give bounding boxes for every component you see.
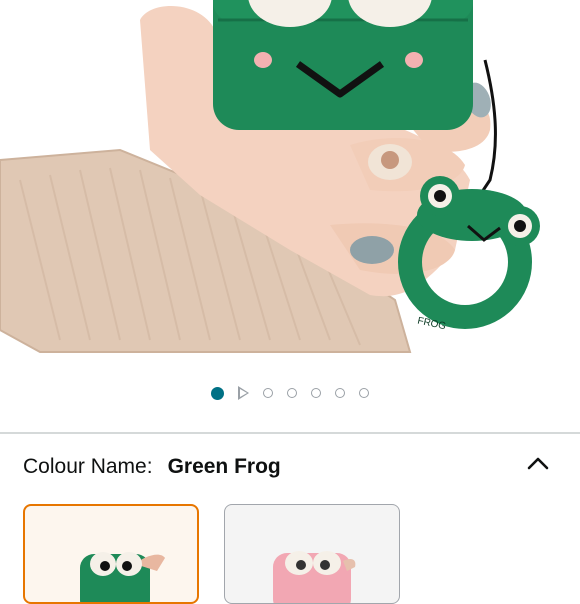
carousel-dot-6[interactable] <box>335 388 345 398</box>
variation-header[interactable]: Colour Name: Green Frog <box>23 452 563 482</box>
section-divider <box>0 432 580 434</box>
variation-label: Colour Name: <box>23 455 153 478</box>
carousel-dot-4[interactable] <box>287 388 297 398</box>
variation-selected-value: Green Frog <box>167 455 281 478</box>
chevron-up-icon[interactable] <box>526 452 550 476</box>
swatch-green-frog[interactable] <box>23 504 199 604</box>
product-image[interactable]: FROG <box>0 0 580 360</box>
carousel-dot-7[interactable] <box>359 388 369 398</box>
play-icon[interactable] <box>238 386 249 400</box>
swatch-pink-frog[interactable] <box>224 504 400 604</box>
carousel-indicator[interactable] <box>0 382 580 404</box>
carousel-dot-1[interactable] <box>211 386 224 400</box>
carousel-dot-5[interactable] <box>311 388 321 398</box>
carousel-dot-3[interactable] <box>263 388 273 398</box>
